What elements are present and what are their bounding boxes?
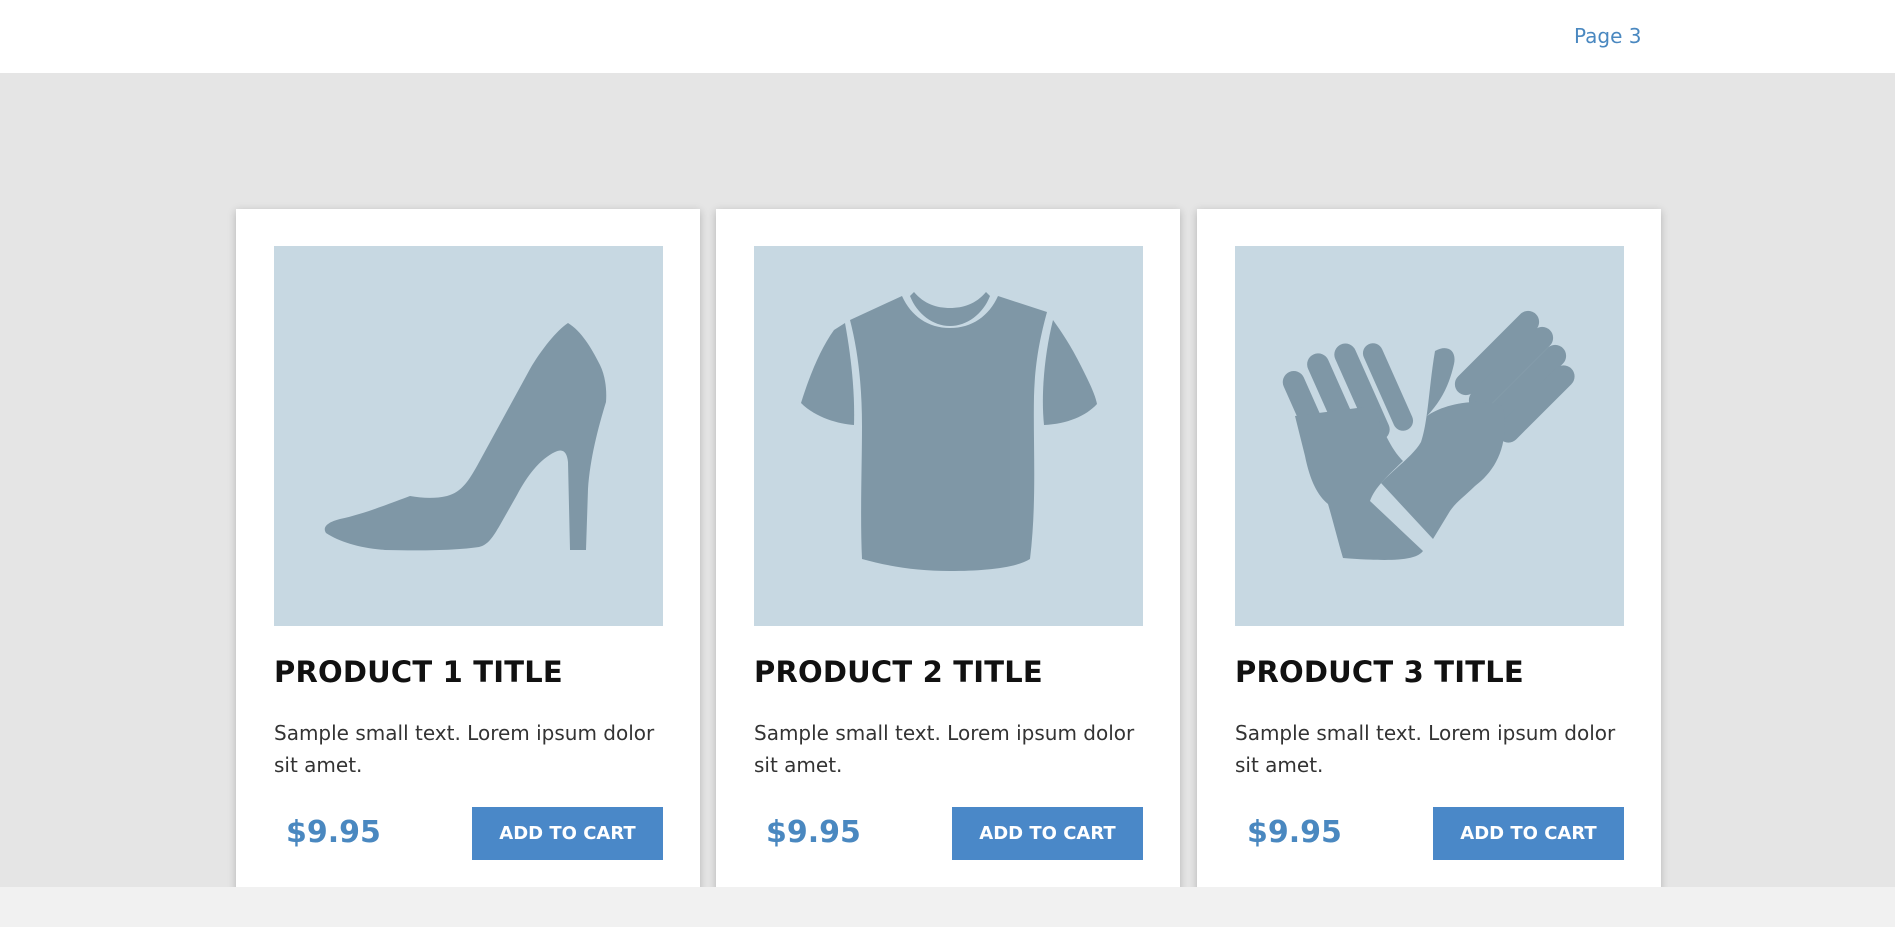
product-image	[274, 246, 663, 626]
product-card: PRODUCT 1 TITLE Sample small text. Lorem…	[236, 209, 700, 897]
product-image	[1235, 246, 1624, 626]
product-title: PRODUCT 2 TITLE	[754, 655, 1043, 689]
product-price: $9.95	[286, 815, 381, 850]
product-price: $9.95	[766, 815, 861, 850]
product-title: PRODUCT 1 TITLE	[274, 655, 563, 689]
t-shirt-icon	[801, 292, 1097, 571]
product-image	[754, 246, 1143, 626]
gloves-icon	[1282, 310, 1575, 560]
product-description: Sample small text. Lorem ipsum dolor sit…	[274, 721, 655, 777]
product-card: PRODUCT 3 TITLE Sample small text. Lorem…	[1197, 209, 1661, 897]
product-title: PRODUCT 3 TITLE	[1235, 655, 1524, 689]
add-to-cart-button[interactable]: ADD TO CART	[1433, 807, 1624, 860]
products-section: PRODUCT 1 TITLE Sample small text. Lorem…	[0, 73, 1895, 897]
footer	[0, 887, 1895, 927]
high-heel-shoe-icon	[324, 323, 607, 551]
product-price: $9.95	[1247, 815, 1342, 850]
add-to-cart-button[interactable]: ADD TO CART	[952, 807, 1143, 860]
product-description: Sample small text. Lorem ipsum dolor sit…	[754, 721, 1135, 777]
add-to-cart-button[interactable]: ADD TO CART	[472, 807, 663, 860]
page-3-link[interactable]: Page 3	[1574, 24, 1642, 48]
product-card: PRODUCT 2 TITLE Sample small text. Lorem…	[716, 209, 1180, 897]
product-description: Sample small text. Lorem ipsum dolor sit…	[1235, 721, 1616, 777]
top-header: Page 3	[0, 0, 1895, 73]
